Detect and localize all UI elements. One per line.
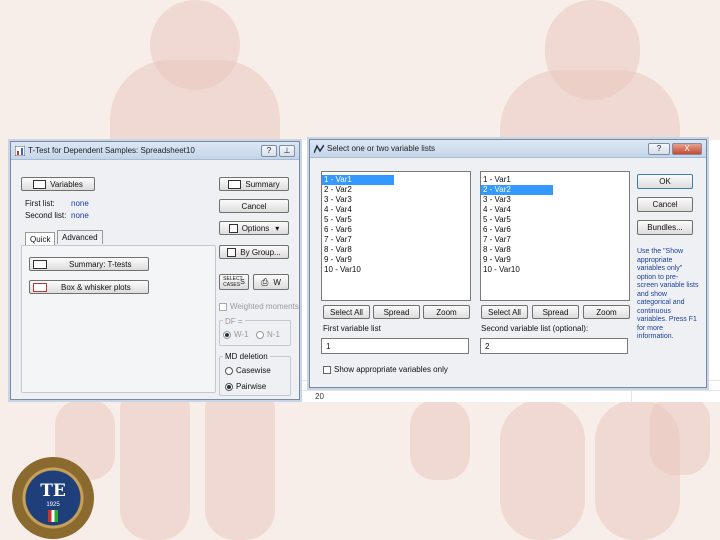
help-text: Use the "Show appropriate variables only… bbox=[637, 248, 699, 340]
second-variable-input[interactable]: 2 bbox=[480, 338, 628, 354]
first-variable-input[interactable]: 1 bbox=[321, 338, 469, 354]
first-list-label: First list: bbox=[25, 199, 55, 208]
first-variable-label: First variable list bbox=[323, 324, 381, 333]
select-cases-button[interactable]: SELECT CASES S bbox=[219, 274, 249, 290]
university-seal-logo: TE 1925 bbox=[12, 457, 94, 539]
df-label: DF = bbox=[223, 317, 245, 326]
tab-advanced[interactable]: Advanced bbox=[57, 230, 103, 244]
tab-quick[interactable]: Quick bbox=[25, 232, 56, 246]
weight-button[interactable]: ⎙ W bbox=[253, 274, 289, 290]
variable-list-item[interactable]: 10 - Var10 bbox=[322, 265, 470, 275]
variable-list-item[interactable]: 3 - Var3 bbox=[322, 195, 470, 205]
help-button[interactable]: ? bbox=[261, 144, 277, 157]
variable-list-item[interactable]: 7 - Var7 bbox=[481, 235, 629, 245]
hungarian-flag-icon bbox=[48, 509, 58, 522]
select-all-button-1[interactable]: Select All bbox=[323, 305, 370, 319]
first-variable-listbox[interactable]: 1 - Var1 2 - Var2 3 - Var3 4 - Var4 5 - Var5… bbox=[321, 171, 471, 301]
by-group-button[interactable]: By Group... bbox=[219, 245, 289, 259]
bundles-button[interactable]: Bundles... bbox=[637, 220, 693, 235]
cancel-button[interactable]: Cancel bbox=[219, 199, 289, 213]
df-option-n1[interactable]: N-1 bbox=[256, 330, 280, 339]
variable-list-item[interactable]: 9 - Var9 bbox=[322, 255, 470, 265]
variable-list-item[interactable]: 6 - Var6 bbox=[481, 225, 629, 235]
variable-list-item[interactable]: 4 - Var4 bbox=[322, 205, 470, 215]
second-variable-label: Second variable list (optional): bbox=[481, 324, 589, 333]
summary-button[interactable]: Summary bbox=[219, 177, 289, 191]
select-all-button-2[interactable]: Select All bbox=[481, 305, 528, 319]
second-list-value: none bbox=[71, 211, 89, 220]
options-icon bbox=[228, 223, 238, 233]
printer-icon: ⎙ bbox=[261, 276, 269, 287]
spread-button-2[interactable]: Spread bbox=[532, 305, 579, 319]
row-number: 20 bbox=[315, 392, 324, 401]
zoom-button-2[interactable]: Zoom bbox=[583, 305, 630, 319]
options-button[interactable]: Options ▾ bbox=[219, 221, 289, 235]
app-icon bbox=[314, 143, 324, 153]
variable-list-item[interactable]: 5 - Var5 bbox=[322, 215, 470, 225]
variable-list-item[interactable]: 2 - Var2 bbox=[481, 185, 553, 195]
variable-list-item[interactable]: 8 - Var8 bbox=[322, 245, 470, 255]
variable-list-item[interactable]: 1 - Var1 bbox=[481, 175, 629, 185]
variable-list-item[interactable]: 5 - Var5 bbox=[481, 215, 629, 225]
md-option-casewise[interactable]: Casewise bbox=[225, 366, 271, 375]
ttest-dialog: T-Test for Dependent Samples: Spreadshee… bbox=[10, 141, 300, 400]
cancel-button[interactable]: Cancel bbox=[637, 197, 693, 212]
variable-list-item[interactable]: 6 - Var6 bbox=[322, 225, 470, 235]
variable-list-item[interactable]: 1 - Var1 bbox=[322, 175, 394, 185]
summary-icon bbox=[228, 179, 242, 189]
variables-button[interactable]: Variables bbox=[21, 177, 95, 191]
chevron-down-icon: ▾ bbox=[275, 223, 280, 233]
weighted-moments-checkbox[interactable]: Weighted moments bbox=[219, 302, 299, 311]
spread-button-1[interactable]: Spread bbox=[373, 305, 420, 319]
pin-icon[interactable]: ⊥ bbox=[279, 144, 295, 157]
summary-ttests-button[interactable]: Summary: T-tests bbox=[29, 257, 149, 271]
ttest-title: T-Test for Dependent Samples: Spreadshee… bbox=[28, 146, 195, 155]
select-titlebar: Select one or two variable lists ? X bbox=[310, 140, 706, 158]
ok-button[interactable]: OK bbox=[637, 174, 693, 189]
variable-list-item[interactable]: 10 - Var10 bbox=[481, 265, 629, 275]
ttest-titlebar: T-Test for Dependent Samples: Spreadshee… bbox=[11, 142, 299, 160]
show-appropriate-checkbox[interactable]: Show appropriate variables only bbox=[323, 365, 448, 374]
variable-list-item[interactable]: 8 - Var8 bbox=[481, 245, 629, 255]
md-option-pairwise[interactable]: Pairwise bbox=[225, 382, 266, 391]
md-deletion-label: MD deletion bbox=[223, 352, 270, 361]
variable-list-item[interactable]: 4 - Var4 bbox=[481, 205, 629, 215]
chart-icon bbox=[15, 145, 25, 156]
second-list-label: Second list: bbox=[25, 211, 67, 220]
first-list-value: none bbox=[71, 199, 89, 208]
by-group-icon bbox=[227, 247, 237, 257]
box-plot-icon bbox=[33, 282, 47, 292]
select-title: Select one or two variable lists bbox=[327, 144, 436, 153]
variable-list-item[interactable]: 9 - Var9 bbox=[481, 255, 629, 265]
df-option-w1[interactable]: W-1 bbox=[223, 330, 249, 339]
zoom-button-1[interactable]: Zoom bbox=[423, 305, 470, 319]
variable-list-item[interactable]: 3 - Var3 bbox=[481, 195, 629, 205]
variable-select-dialog: Select one or two variable lists ? X 1 -… bbox=[309, 139, 707, 388]
second-variable-listbox[interactable]: 1 - Var1 2 - Var2 3 - Var3 4 - Var4 5 - Var5… bbox=[480, 171, 630, 301]
help-button[interactable]: ? bbox=[648, 142, 670, 155]
box-whisker-button[interactable]: Box & whisker plots bbox=[29, 280, 149, 294]
table-icon bbox=[33, 259, 47, 269]
close-button[interactable]: X bbox=[672, 142, 702, 155]
variable-list-item[interactable]: 7 - Var7 bbox=[322, 235, 470, 245]
variables-icon bbox=[33, 179, 47, 189]
variable-list-item[interactable]: 2 - Var2 bbox=[322, 185, 470, 195]
